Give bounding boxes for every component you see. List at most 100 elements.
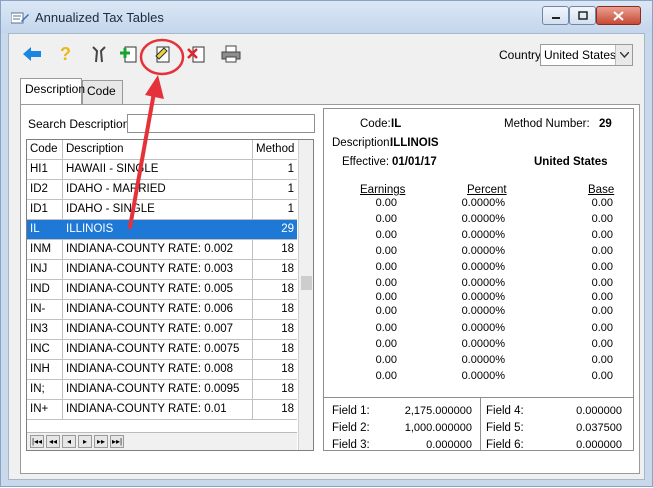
grid-header-row: Code Description Method	[27, 140, 297, 160]
table-cell: 29	[281, 223, 294, 235]
field-value: 0.000000	[576, 439, 622, 451]
field-value: 1,000.000000	[404, 422, 472, 434]
base-value: 0.00	[591, 229, 613, 241]
field-label: Field 3:	[332, 439, 370, 451]
country-select[interactable]: United States	[540, 44, 633, 66]
table-row[interactable]: INJ INDIANA-COUNTY RATE: 0.003 18	[27, 260, 297, 280]
last-page-button[interactable]: ▸▸|	[110, 435, 124, 448]
column-header[interactable]: Description	[63, 140, 253, 159]
field-label: Field 5:	[486, 422, 524, 434]
table-row[interactable]: IN; INDIANA-COUNTY RATE: 0.0095 18	[27, 380, 297, 400]
table-cell: INDIANA-COUNTY RATE: 0.007	[63, 320, 253, 339]
table-cell: 18	[281, 263, 294, 275]
description-label: Description:	[332, 137, 393, 149]
tab-code[interactable]: Code	[82, 80, 123, 104]
grid-scrollbar[interactable]	[298, 140, 313, 450]
table-row[interactable]: INC INDIANA-COUNTY RATE: 0.0075 18	[27, 340, 297, 360]
earnings-value: 0.00	[375, 305, 397, 317]
minimize-button[interactable]	[542, 6, 569, 25]
table-cell: INDIANA-COUNTY RATE: 0.006	[63, 300, 253, 319]
fields-area: Field 1: 2,175.000000 Field 2: 1,000.000000…	[324, 397, 633, 451]
table-row[interactable]: IN+ INDIANA-COUNTY RATE: 0.01 18	[27, 400, 297, 420]
add-icon	[120, 46, 137, 63]
base-value: 0.00	[591, 261, 613, 273]
table-row[interactable]: INH INDIANA-COUNTY RATE: 0.008 18	[27, 360, 297, 380]
table-cell: IL	[27, 220, 63, 239]
scrollbar-thumb[interactable]	[301, 276, 312, 290]
add-button[interactable]	[117, 42, 141, 66]
maximize-icon	[577, 11, 588, 20]
table-cell: 18	[281, 343, 294, 355]
tax-table-grid: Code Description Method HI1 HAWAII - SINGLE 1…	[26, 139, 314, 451]
table-row[interactable]: IN3 INDIANA-COUNTY RATE: 0.007 18	[27, 320, 297, 340]
country-value: United States	[534, 156, 608, 168]
table-row[interactable]: ID2 IDAHO - MARRIED 1	[27, 180, 297, 200]
maximize-button[interactable]	[569, 6, 596, 25]
description-value: ILLINOIS	[390, 137, 439, 149]
table-cell: 18	[281, 363, 294, 375]
tools-icon	[92, 46, 106, 63]
window-title: Annualized Tax Tables	[35, 10, 164, 25]
table-cell: 18	[281, 383, 294, 395]
column-header[interactable]: Code	[27, 140, 63, 159]
table-row[interactable]: HI1 HAWAII - SINGLE 1	[27, 160, 297, 180]
detail-panel: Code: IL Method Number: 29 Description: …	[323, 108, 634, 451]
table-cell: IDAHO - MARRIED	[63, 180, 253, 199]
column-header[interactable]: Method	[253, 140, 297, 159]
earnings-value: 0.00	[375, 322, 397, 334]
back-button[interactable]	[20, 42, 44, 66]
field-label: Field 4:	[486, 405, 524, 417]
prev-record-button[interactable]: ◂	[62, 435, 76, 448]
field-label: Field 2:	[332, 422, 370, 434]
table-row[interactable]: IN- INDIANA-COUNTY RATE: 0.006 18	[27, 300, 297, 320]
table-row[interactable]: ID1 IDAHO - SINGLE 1	[27, 200, 297, 220]
table-cell: INH	[27, 360, 63, 379]
help-icon: ?	[60, 44, 71, 64]
next-record-button[interactable]: ▸	[78, 435, 92, 448]
field-label: Field 1:	[332, 405, 370, 417]
first-page-button[interactable]: |◂◂	[30, 435, 44, 448]
field-value: 0.000000	[426, 439, 472, 451]
chevron-down-icon[interactable]	[615, 45, 632, 65]
fields-divider	[480, 398, 481, 451]
table-row[interactable]: IND INDIANA-COUNTY RATE: 0.005 18	[27, 280, 297, 300]
table-row[interactable]: INM INDIANA-COUNTY RATE: 0.002 18	[27, 240, 297, 260]
search-input[interactable]	[127, 114, 315, 133]
edit-icon	[155, 46, 170, 63]
help-button[interactable]: ?	[53, 42, 77, 66]
client-area: ? Country United States Description Code…	[8, 33, 645, 480]
field-value: 0.000000	[576, 405, 622, 417]
earnings-value: 0.00	[375, 245, 397, 257]
edit-button[interactable]	[151, 42, 175, 66]
percent-value: 0.0000%	[461, 322, 505, 334]
earnings-value: 0.00	[375, 291, 397, 303]
tab-description[interactable]: Description	[20, 78, 85, 104]
title-bar: Annualized Tax Tables	[1, 1, 652, 33]
table-cell: INDIANA-COUNTY RATE: 0.0095	[63, 380, 253, 399]
field-label: Field 6:	[486, 439, 524, 451]
delete-button[interactable]	[185, 42, 209, 66]
table-cell: 1	[287, 203, 294, 215]
base-value: 0.00	[591, 291, 613, 303]
base-value: 0.00	[591, 305, 613, 317]
table-cell: ID2	[27, 180, 63, 199]
effective-value: 01/01/17	[392, 156, 437, 168]
next-page-button[interactable]: ▸▸	[94, 435, 108, 448]
table-row[interactable]: IL ILLINOIS 29	[27, 220, 297, 240]
tools-button[interactable]	[87, 42, 111, 66]
close-button[interactable]	[596, 6, 641, 25]
earnings-value: 0.00	[375, 354, 397, 366]
table-cell: INDIANA-COUNTY RATE: 0.005	[63, 280, 253, 299]
earnings-value: 0.00	[375, 370, 397, 382]
table-cell: INJ	[27, 260, 63, 279]
table-cell: ID1	[27, 200, 63, 219]
table-cell: IN3	[27, 320, 63, 339]
base-value: 0.00	[591, 338, 613, 350]
back-arrow-icon	[23, 47, 41, 61]
percent-value: 0.0000%	[461, 197, 505, 209]
table-cell: 18	[281, 283, 294, 295]
table-cell: IN;	[27, 380, 63, 399]
code-value: IL	[391, 118, 402, 130]
print-button[interactable]	[219, 42, 243, 66]
prev-page-button[interactable]: ◂◂	[46, 435, 60, 448]
